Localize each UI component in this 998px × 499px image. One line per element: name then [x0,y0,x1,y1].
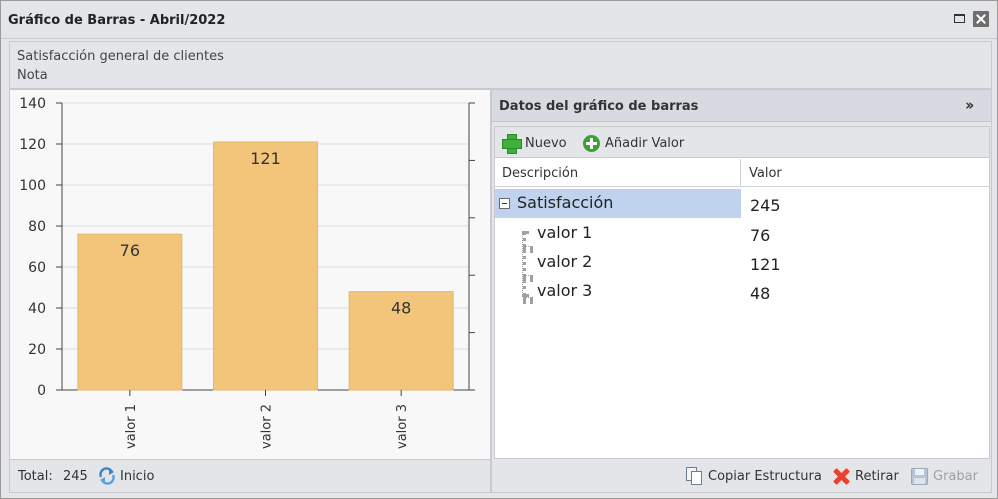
tree-label: valor 2 [537,252,593,271]
plus-icon [502,134,522,154]
copy-icon [686,466,703,486]
maximize-icon[interactable] [952,11,968,27]
tree-row-root[interactable]: Satisfacción 245 [495,189,989,218]
tree-value: 245 [750,196,781,215]
total-label: Total: [18,469,53,484]
column-header-valor[interactable]: Valor [741,159,989,187]
chart-header-title: Satisfacción general de clientes [17,49,224,64]
double-chevron-right-icon[interactable]: ›› [965,97,981,113]
y-tick-label: 60 [28,260,46,276]
nuevo-button[interactable]: Nuevo [502,134,567,154]
data-grid-area: Nuevo Añadir Valor Descripción Valor Sat… [494,126,990,459]
y-tick-label: 100 [19,178,46,194]
chart-panel: 0 20 40 60 80 100 120 140 76 valor 1 121 valor 2 48 v… [9,89,491,460]
x-tick-label: valor 2 [260,404,275,449]
anadir-valor-label: Añadir Valor [605,135,685,151]
bar [213,141,318,391]
tree-label: valor 1 [537,223,593,242]
copiar-estructura-label: Copiar Estructura [708,468,822,484]
title-bar: Gráfico de Barras - Abril/2022 [1,1,997,39]
tree-row[interactable]: valor 3 48 [495,277,989,306]
tree-label: Satisfacción [517,193,614,212]
copiar-estructura-button[interactable]: Copiar Estructura [686,466,822,486]
bar-data-label: 76 [120,241,140,260]
tree-label: valor 3 [537,281,593,300]
data-panel-title: Datos del gráfico de barras [499,99,699,114]
y-tick-label: 80 [28,219,46,235]
close-icon[interactable] [973,11,989,27]
delete-x-icon [832,467,850,485]
total-value: 245 [63,469,88,484]
tree-value: 121 [750,255,781,274]
grabar-label: Grabar [933,468,978,484]
data-toolbar: Nuevo Añadir Valor [495,127,989,158]
y-tick-label: 120 [19,137,46,153]
bar-data-label: 48 [391,299,411,318]
retirar-button[interactable]: Retirar [832,466,899,486]
column-header-descripcion[interactable]: Descripción [495,159,741,187]
y-tick-label: 20 [28,342,46,358]
bar-chart: 0 20 40 60 80 100 120 140 76 valor 1 121 valor 2 48 v… [19,96,475,449]
collapse-minus-icon[interactable] [499,198,510,209]
inicio-label: Inicio [120,468,155,484]
refresh-icon [99,467,115,485]
save-icon [911,467,928,485]
anadir-valor-button[interactable]: Añadir Valor [583,134,684,152]
tree-row[interactable]: valor 1 76 [495,219,989,248]
window-title: Gráfico de Barras - Abril/2022 [8,13,226,28]
data-panel-footer: Copiar Estructura Retirar Grabar [492,459,991,492]
tree-value: 48 [750,284,771,303]
chart-footer: Total: 245 Inicio [9,460,491,493]
nuevo-label: Nuevo [525,135,567,151]
y-tick-label: 40 [28,301,46,317]
tree-value: 76 [750,226,771,245]
chart-header-subtitle: Nota [17,68,48,83]
y-tick-label: 0 [37,383,46,399]
x-tick-label: valor 1 [124,404,139,449]
retirar-label: Retirar [855,468,899,484]
x-tick-label: valor 3 [395,404,410,449]
grid-header: Descripción Valor [495,159,989,187]
chart-window: Gráfico de Barras - Abril/2022 Satisfacc… [0,0,998,499]
y-tick-label: 140 [19,96,46,112]
grabar-button[interactable]: Grabar [911,466,978,486]
header-panel: Satisfacción general de clientes Nota [9,41,992,89]
inicio-button[interactable]: Inicio [98,466,154,486]
tree-row[interactable]: valor 2 121 [495,248,989,277]
add-circle-icon [583,134,600,152]
bar-data-label: 121 [250,149,281,168]
data-panel-header: Datos del gráfico de barras ›› [492,90,991,122]
data-panel: Datos del gráfico de barras ›› Nuevo Aña… [491,89,992,493]
